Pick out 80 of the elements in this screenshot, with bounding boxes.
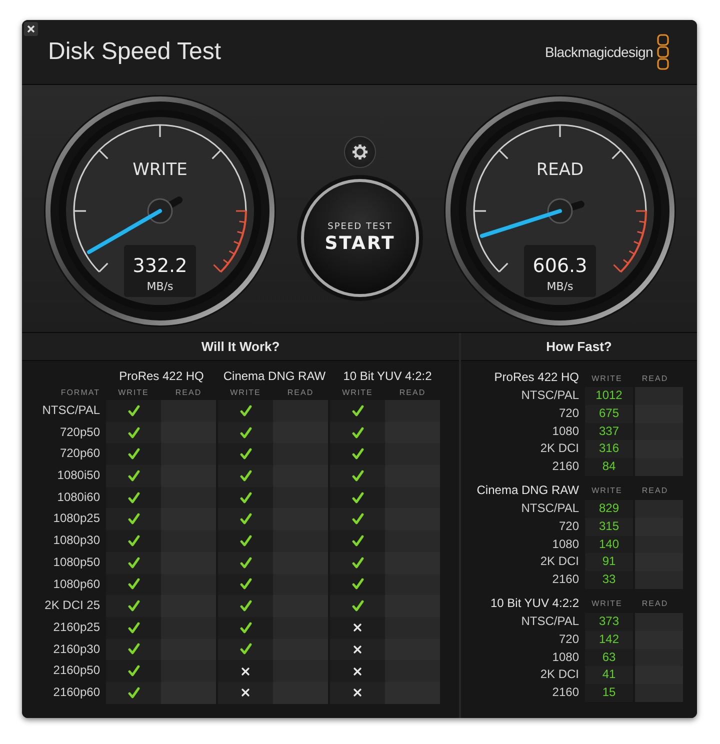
speed-unit: MB/s (546, 280, 574, 293)
close-icon (26, 24, 36, 34)
speed-cell: 84 (585, 458, 633, 476)
speed-cell: 316 (585, 440, 633, 458)
column-heading: WRITE (590, 374, 624, 382)
speed-value: 606.3 (532, 255, 588, 277)
format-label: 720 (558, 518, 580, 535)
codec-heading: Cinema DNG RAW (476, 482, 580, 500)
speed-cell: 337 (585, 422, 633, 440)
speed-cell: 315 (585, 518, 633, 536)
speed-cell: 373 (585, 612, 633, 631)
panel-title: Will It Work? (22, 333, 459, 361)
settings-button[interactable] (344, 136, 376, 168)
format-label: 720 (558, 404, 580, 422)
format-label: NTSC/PAL (520, 500, 580, 517)
format-label: 2160 (551, 458, 580, 476)
close-button[interactable] (24, 22, 38, 36)
readout-background (124, 245, 196, 297)
speed-unit: MB/s (146, 280, 174, 293)
format-label: 2K DCI (539, 440, 580, 458)
speed-cell: 1012 (585, 387, 633, 405)
format-label: NTSC/PAL (520, 612, 580, 630)
column-heading: READ (640, 486, 670, 496)
column-heading: WRITE (229, 388, 262, 397)
readout-background (524, 245, 596, 297)
format-label: 2K DCI (539, 666, 580, 684)
speed-value: 332.2 (132, 255, 188, 277)
codec-heading: 10 Bit YUV 4:2:2 (342, 369, 433, 383)
panel-title: How Fast? (461, 333, 697, 361)
column-heading: WRITE (117, 388, 150, 397)
format-label: 720 (558, 630, 580, 648)
window-title: Disk Speed Test (48, 38, 221, 66)
format-label: 1080p30 (52, 532, 101, 550)
column-heading: WRITE (590, 599, 624, 608)
format-label: 1080i50 (56, 467, 101, 484)
format-label: 1080p25 (52, 510, 101, 528)
gauge-label: READ (536, 160, 584, 180)
format-label: 2160p25 (52, 618, 101, 636)
speed-cell: 15 (585, 684, 633, 702)
gauge-label: WRITE (132, 160, 188, 180)
format-label: 1080p50 (52, 554, 101, 571)
format-label: 2160p60 (52, 684, 101, 701)
format-label: 1080i60 (56, 488, 101, 506)
codec-heading: 10 Bit YUV 4:2:2 (490, 595, 580, 612)
speed-cell: 140 (585, 536, 633, 554)
speed-cell: 675 (585, 404, 633, 423)
format-label: 2160 (551, 571, 580, 588)
format-label: 1080 (551, 422, 580, 440)
format-label: 720p50 (58, 424, 101, 441)
format-label: 1080p60 (52, 576, 101, 592)
speed-cell: 829 (585, 500, 633, 518)
format-label: 720p60 (58, 445, 101, 462)
format-label: 2160p50 (52, 662, 101, 680)
speed-cell: 91 (585, 553, 633, 572)
column-heading: WRITE (590, 486, 624, 496)
column-heading: READ (398, 388, 427, 397)
codec-heading: ProRes 422 HQ (118, 369, 205, 383)
format-label: 2K DCI 25 (44, 597, 101, 614)
format-label: NTSC/PAL (520, 387, 580, 404)
format-label: 2K DCI (539, 553, 580, 570)
codec-heading: ProRes 422 HQ (493, 369, 580, 386)
format-label: 2160 (551, 684, 580, 702)
speed-cell: 63 (585, 648, 633, 666)
format-label: 1080 (551, 648, 580, 666)
format-label: NTSC/PAL (41, 402, 101, 419)
format-label: 1080 (551, 536, 580, 553)
speed-cell: 33 (585, 571, 633, 589)
column-heading: READ (174, 388, 203, 397)
speed-cell: 142 (585, 630, 633, 649)
speed-cell: 41 (585, 666, 633, 684)
column-heading: READ (640, 599, 670, 608)
format-label: 2160p30 (52, 640, 101, 658)
column-heading: FORMAT (60, 388, 101, 397)
codec-heading: Cinema DNG RAW (222, 369, 327, 383)
brand-name: Blackmagicdesign (544, 44, 653, 60)
column-heading: WRITE (341, 388, 374, 397)
column-heading: READ (640, 374, 670, 382)
settings-icon (352, 144, 368, 160)
logo-icon (657, 34, 669, 70)
column-heading: READ (286, 388, 315, 397)
